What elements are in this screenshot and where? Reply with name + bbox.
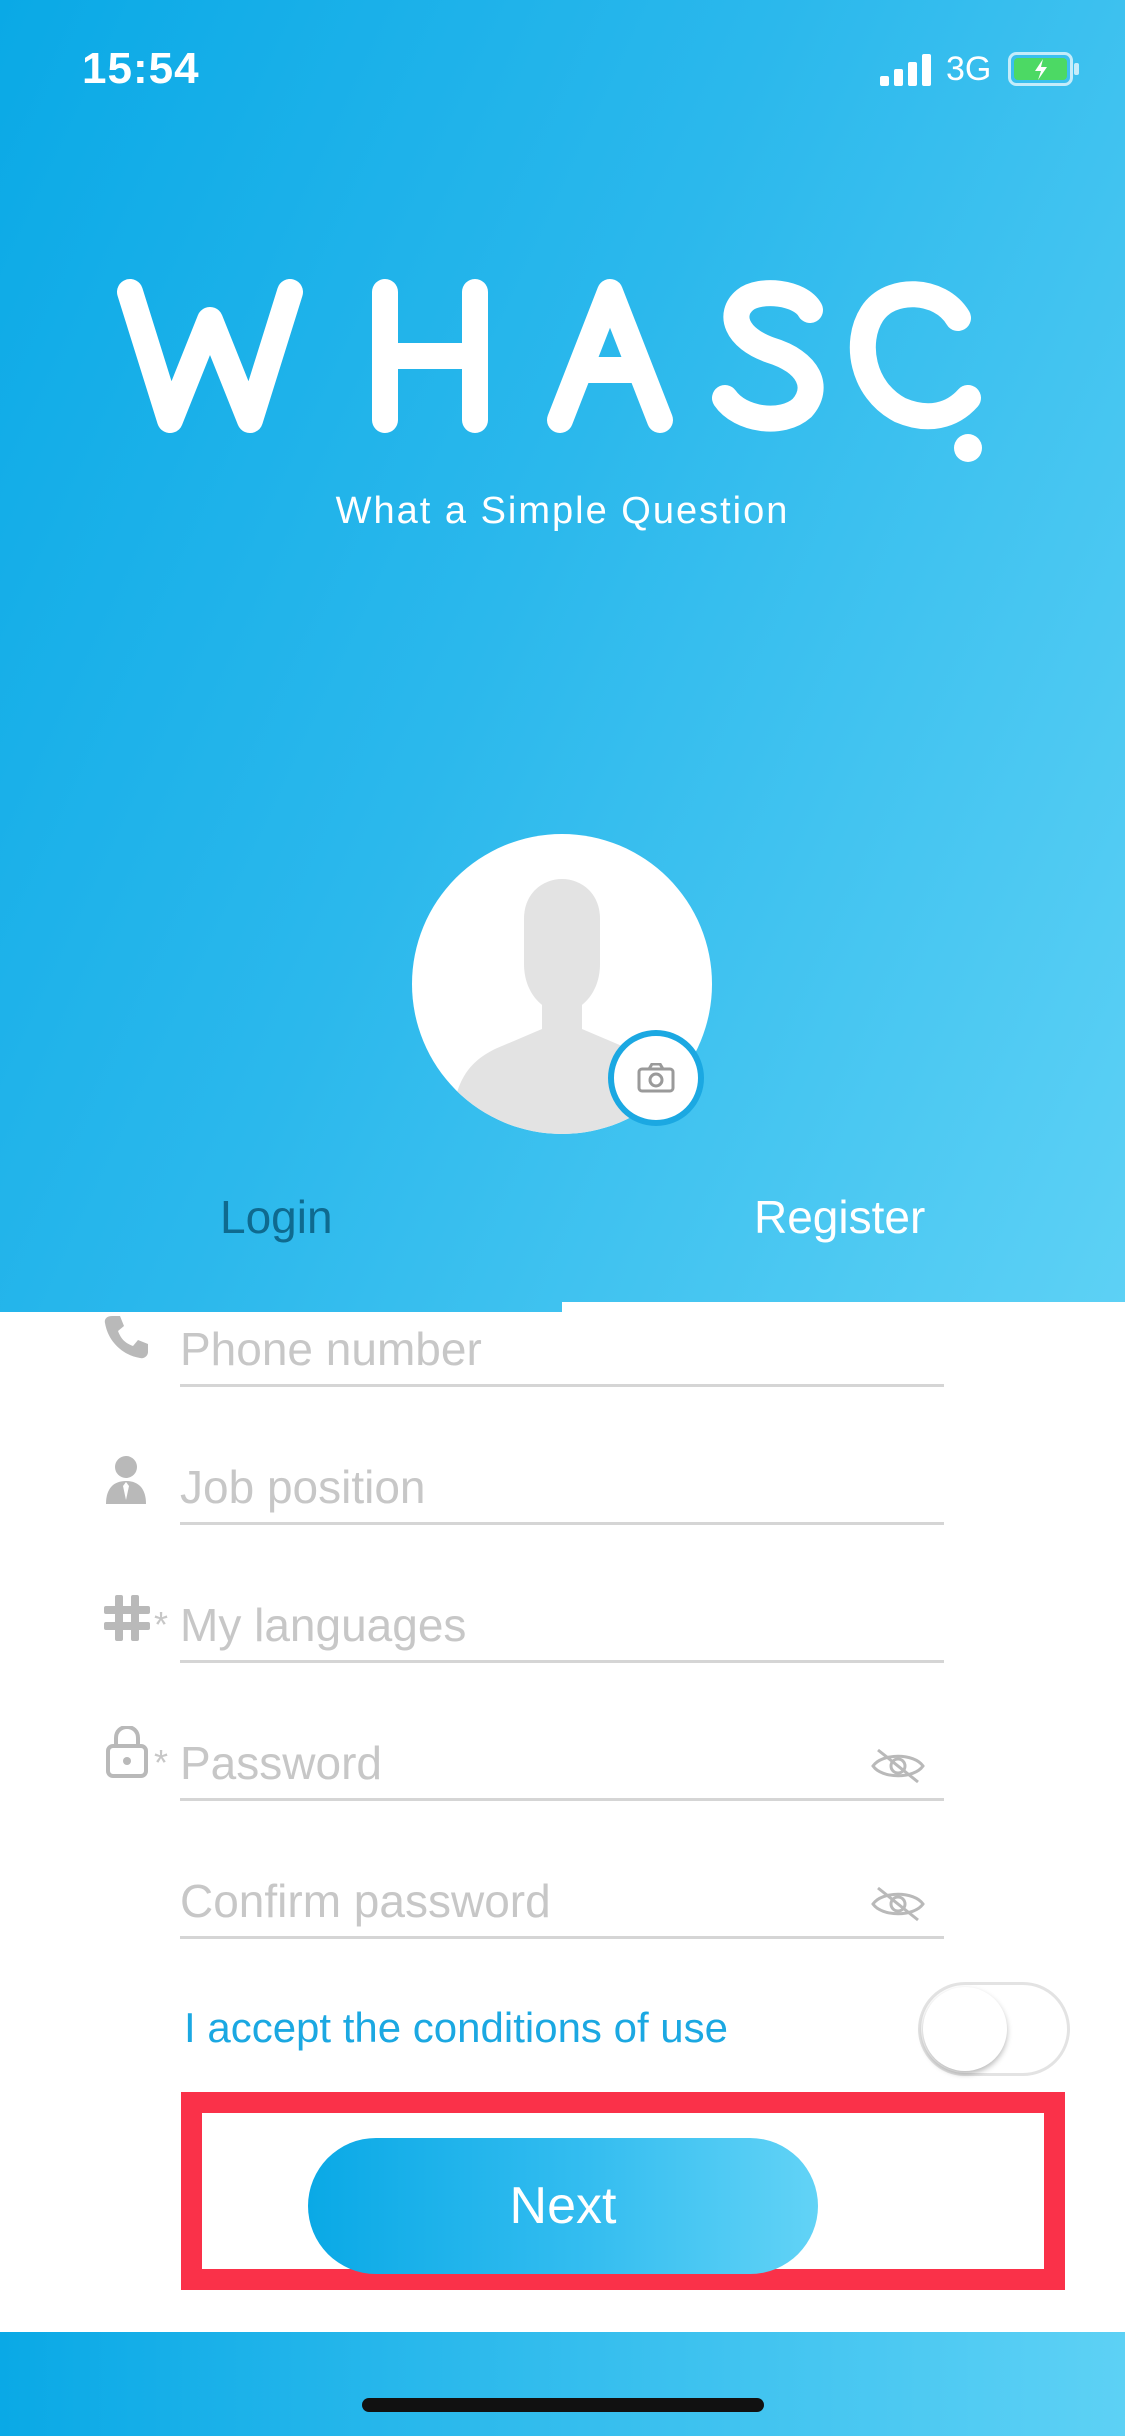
person-icon xyxy=(106,1456,146,1504)
whasq-logo xyxy=(117,279,982,462)
tab-login[interactable]: Login xyxy=(220,1190,333,1244)
accept-conditions-toggle[interactable] xyxy=(918,1982,1070,2076)
network-type: 3G xyxy=(946,50,992,88)
password-field[interactable]: Password xyxy=(180,1726,944,1801)
next-button[interactable]: Next xyxy=(308,2138,818,2274)
phone-number-placeholder: Phone number xyxy=(180,1323,482,1375)
header-hero: 15:54 3G What a Simple Question Login Re… xyxy=(0,0,1125,1312)
toggle-knob xyxy=(923,1987,1007,2071)
tagline: What a Simple Question xyxy=(335,490,790,532)
accept-conditions-label[interactable]: I accept the conditions of use xyxy=(184,2004,728,2052)
lock-icon xyxy=(106,1726,148,1778)
job-position-field[interactable]: Job position xyxy=(180,1450,944,1525)
phone-number-field[interactable]: Phone number xyxy=(180,1312,944,1387)
my-languages-field[interactable]: My languages xyxy=(180,1588,944,1663)
battery-icon xyxy=(1008,52,1079,86)
eye-slash-icon[interactable] xyxy=(870,1746,926,1786)
bottom-bar xyxy=(0,2332,1125,2436)
confirm-password-field[interactable]: Confirm password xyxy=(180,1864,944,1939)
required-mark: * xyxy=(154,1604,169,1645)
tab-register[interactable]: Register xyxy=(754,1190,925,1244)
home-indicator xyxy=(362,2398,764,2412)
job-position-placeholder: Job position xyxy=(180,1461,426,1513)
status-bar: 15:54 3G xyxy=(0,0,1125,140)
status-time: 15:54 xyxy=(82,44,200,93)
eye-slash-icon[interactable] xyxy=(870,1884,926,1924)
change-photo-button[interactable] xyxy=(608,1030,704,1126)
hash-icon xyxy=(104,1595,150,1641)
phone-icon xyxy=(104,1316,148,1359)
required-mark: * xyxy=(154,1742,169,1783)
camera-icon xyxy=(637,1063,675,1093)
signal-icon xyxy=(880,54,931,86)
confirm-password-placeholder: Confirm password xyxy=(180,1875,551,1927)
password-placeholder: Password xyxy=(180,1737,382,1789)
my-languages-placeholder: My languages xyxy=(180,1599,467,1651)
active-tab-indicator xyxy=(562,1302,1125,1312)
